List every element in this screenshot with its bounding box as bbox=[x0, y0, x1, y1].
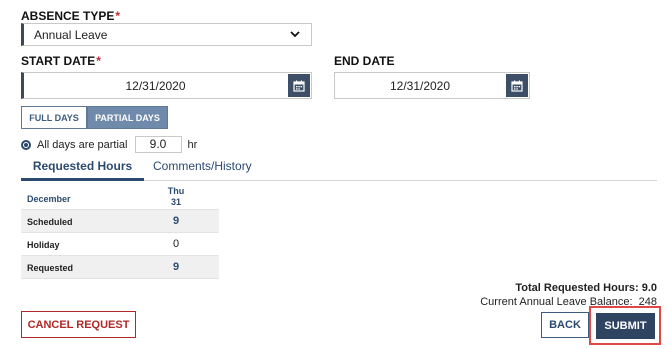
day-name: Thu bbox=[167, 186, 185, 196]
hours-grid: December Thu 31 Scheduled 9 Holiday 0 Re… bbox=[21, 186, 219, 279]
day-number: 31 bbox=[170, 197, 181, 207]
tab-requested-hours[interactable]: Requested Hours bbox=[21, 158, 144, 181]
row-label: Holiday bbox=[27, 240, 60, 250]
partial-hours-input[interactable]: 9.0 bbox=[134, 136, 182, 153]
row-label: Requested bbox=[27, 263, 74, 273]
absence-type-label: ABSENCE TYPE* bbox=[21, 9, 121, 23]
table-row: Requested 9 bbox=[21, 256, 219, 279]
partial-days-button[interactable]: PARTIAL DAYS bbox=[87, 106, 168, 129]
table-row: Holiday 0 bbox=[21, 233, 219, 256]
hours-unit: hr bbox=[187, 138, 198, 151]
grid-header-row: December Thu 31 bbox=[21, 186, 219, 210]
absence-type-select[interactable]: Annual Leave bbox=[21, 23, 312, 46]
radio-selected-icon[interactable] bbox=[21, 139, 31, 150]
total-requested-hours: Total Requested Hours: 9.0 bbox=[515, 282, 657, 294]
row-value: 0 bbox=[172, 238, 180, 250]
partial-hours-row: All days are partial 9.0 hr bbox=[21, 136, 197, 153]
cancel-request-button[interactable]: CANCEL REQUEST bbox=[21, 311, 136, 338]
chevron-down-icon bbox=[290, 31, 300, 38]
calendar-icon bbox=[293, 80, 305, 92]
back-button[interactable]: BACK bbox=[541, 312, 589, 338]
end-date-calendar-button[interactable] bbox=[506, 74, 528, 97]
all-days-partial-label: All days are partial bbox=[37, 138, 128, 151]
start-date-label: START DATE* bbox=[21, 54, 101, 68]
day-column-header: Thu 31 bbox=[156, 186, 196, 208]
start-date-input[interactable]: 12/31/2020 bbox=[21, 72, 312, 99]
end-date-value: 12/31/2020 bbox=[389, 79, 451, 93]
tab-comments-history[interactable]: Comments/History bbox=[153, 158, 252, 181]
row-label: Scheduled bbox=[27, 217, 73, 227]
start-date-calendar-button[interactable] bbox=[288, 74, 310, 97]
row-value: 9 bbox=[172, 215, 180, 227]
day-mode-toggle: FULL DAYS PARTIAL DAYS bbox=[21, 106, 168, 129]
submit-button[interactable]: SUBMIT bbox=[596, 313, 655, 339]
month-label: December bbox=[27, 194, 71, 204]
required-mark: * bbox=[115, 9, 121, 23]
calendar-icon bbox=[511, 80, 523, 92]
tab-bar: Requested Hours Comments/History bbox=[21, 158, 657, 181]
start-date-value: 12/31/2020 bbox=[125, 79, 186, 93]
row-value: 9 bbox=[172, 261, 180, 273]
submit-highlight: SUBMIT bbox=[589, 306, 661, 345]
totals-summary: Total Requested Hours: 9.0 Current Annua… bbox=[480, 281, 657, 309]
end-date-label: END DATE bbox=[334, 54, 395, 68]
absence-type-value: Annual Leave bbox=[34, 28, 108, 42]
end-date-input[interactable]: 12/31/2020 bbox=[334, 72, 530, 99]
full-days-button[interactable]: FULL DAYS bbox=[21, 106, 87, 129]
table-row: Scheduled 9 bbox=[21, 210, 219, 233]
required-mark: * bbox=[96, 54, 101, 68]
